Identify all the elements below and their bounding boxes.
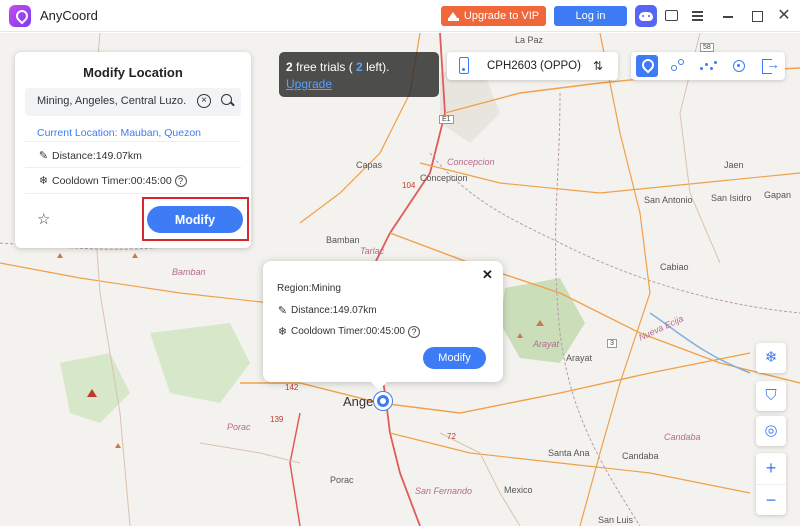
divider (25, 167, 241, 168)
search-box[interactable]: Mining, Angeles, Central Luzo... × (25, 88, 241, 116)
clear-icon[interactable]: × (197, 94, 211, 108)
free-trial-banner: 2 free trials ( 2 left). Upgrade (279, 52, 439, 97)
map-label: Candaba (664, 432, 701, 442)
map-label: San Luis (598, 515, 634, 525)
panel-title: Modify Location (83, 65, 183, 80)
chat-icon[interactable] (663, 8, 679, 24)
map-label: Bamban (326, 235, 360, 245)
map-label: La Paz (515, 35, 544, 45)
one-stop-mode-icon[interactable] (666, 55, 688, 77)
map-label: Mexico (504, 485, 533, 495)
help-icon[interactable]: ? (174, 174, 187, 187)
help-icon[interactable]: ? (407, 325, 420, 338)
map-label: Concepcion (447, 157, 495, 167)
map-label: Arayat (566, 353, 593, 363)
upgrade-vip-label: Upgrade to VIP (463, 10, 540, 22)
phone-icon (459, 57, 469, 74)
modify-button[interactable]: Modify (147, 206, 243, 233)
discord-icon[interactable] (635, 5, 657, 27)
upgrade-link[interactable]: Upgrade (286, 77, 332, 91)
cooldown-text: Cooldown Timer:00:45:00 (52, 174, 172, 187)
zoom-in-button[interactable]: + (756, 453, 786, 483)
minimize-icon[interactable] (720, 8, 736, 24)
popup-cooldown: Cooldown Timer:00:45:00 (291, 326, 405, 337)
popup-cooldown-row: ❄ Cooldown Timer:00:45:00 ? (277, 325, 420, 338)
road-label: 72 (447, 432, 456, 441)
highway-shield: 58 (700, 43, 714, 52)
modify-location-panel: Modify Location Mining, Angeles, Central… (15, 52, 251, 248)
map-label: Capas (356, 160, 383, 170)
crown-icon (447, 11, 459, 21)
teleport-mode-icon[interactable] (636, 55, 658, 77)
map-label: Arayat (533, 339, 560, 349)
location-marker[interactable] (374, 392, 392, 410)
menu-icon[interactable] (690, 8, 706, 24)
road-label: 104 (402, 181, 416, 190)
map-label: Concepcion (420, 173, 468, 183)
map-label: San Fernando (415, 486, 473, 496)
maximize-icon[interactable] (749, 8, 765, 24)
favorite-star-icon[interactable]: ☆ (37, 210, 50, 228)
title-bar: AnyCoord Upgrade to VIP Log in ✕ (0, 0, 800, 32)
cooldown-row: ❄ Cooldown Timer:00:45:00 ? (38, 174, 187, 187)
divider (25, 193, 241, 194)
map-label: Tarlac (360, 246, 385, 256)
map-label: Cabiao (660, 262, 689, 272)
highway-shield: E1 (439, 115, 454, 124)
map-label: Porac (330, 475, 354, 485)
cooldown-snowflake-icon[interactable]: ❄ (756, 343, 786, 373)
switch-device-icon[interactable]: ⇅ (593, 58, 607, 74)
map-label: Jaen (724, 160, 744, 170)
distance-text: Distance:149.07km (52, 149, 142, 162)
zoom-control: + − (756, 453, 786, 515)
snowflake-icon: ❄ (277, 326, 288, 338)
road-label: 139 (270, 415, 284, 424)
popup-distance: Distance:149.07km (291, 305, 377, 316)
device-name: CPH2603 (OPPO) (487, 60, 581, 72)
joystick-mode-icon[interactable] (728, 55, 750, 77)
current-location: Current Location: Mauban, Quezon (37, 127, 202, 139)
distance-row: ✎ Distance:149.07km (38, 149, 142, 163)
map-label: Santa Ana (548, 448, 590, 458)
location-popup: ✕ Region:Mining ✎ Distance:149.07km ❄ Co… (263, 261, 503, 390)
app-title: AnyCoord (40, 8, 98, 23)
map-label: Gapan (764, 190, 792, 200)
road-label: 142 (285, 383, 299, 392)
divider (25, 141, 241, 142)
map-label: Bamban (172, 267, 206, 277)
map-label: Porac (227, 422, 251, 432)
device-selector[interactable]: CPH2603 (OPPO) ⇅ (447, 52, 618, 80)
locate-icon[interactable]: ◎ (756, 416, 786, 446)
map-label: Candaba (622, 451, 659, 461)
exit-icon[interactable] (758, 55, 780, 77)
pin-logo-icon (9, 4, 31, 27)
popup-close-icon[interactable]: ✕ (482, 267, 493, 283)
highway-shield: 3 (607, 339, 617, 348)
popup-distance-row: ✎ Distance:149.07km (277, 304, 377, 317)
ruler-icon: ✎ (38, 150, 49, 162)
search-icon[interactable] (221, 94, 234, 107)
mode-toolbar (631, 52, 785, 80)
popup-region: Region:Mining (277, 283, 341, 294)
search-input[interactable]: Mining, Angeles, Central Luzo... (37, 95, 187, 107)
multi-stop-mode-icon[interactable] (697, 55, 719, 77)
login-button[interactable]: Log in (554, 6, 627, 26)
popup-modify-button[interactable]: Modify (423, 347, 486, 369)
close-icon[interactable]: ✕ (776, 8, 792, 24)
map-label: Angel (343, 394, 377, 409)
map-label: San Isidro (711, 193, 752, 203)
upgrade-vip-button[interactable]: Upgrade to VIP (441, 6, 546, 26)
snowflake-icon: ❄ (38, 175, 49, 187)
trial-text: 2 free trials ( 2 left). (286, 60, 390, 74)
map-label: San Antonio (644, 195, 693, 205)
ruler-icon: ✎ (277, 305, 288, 317)
zoom-out-button[interactable]: − (756, 484, 786, 514)
shield-icon[interactable]: ⛉ (756, 381, 786, 411)
